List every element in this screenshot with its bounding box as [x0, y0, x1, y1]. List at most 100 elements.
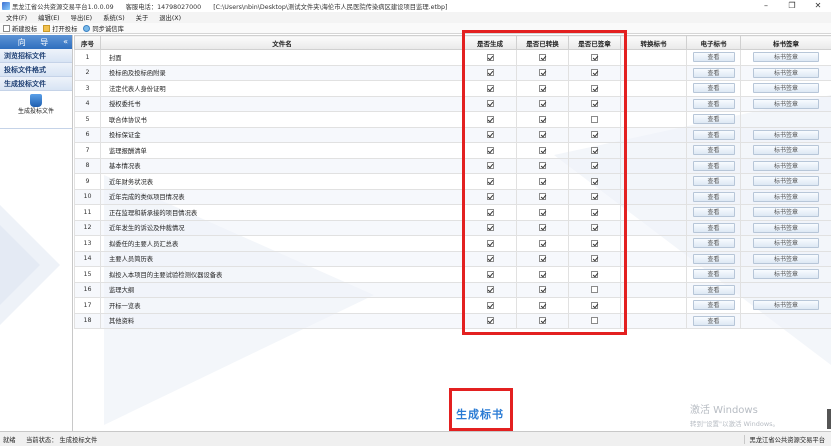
view-button[interactable]: 查看 — [692, 300, 735, 311]
menu-bar: 文件(F) 编辑(E) 导出(E) 系统(S) 关于 退出(X) — [0, 12, 831, 23]
bid-sign-button[interactable]: 标书签章 — [753, 207, 819, 218]
bid-sign-button[interactable]: 标书签章 — [753, 98, 819, 109]
sidebar-item-browse-tender[interactable]: 浏览招标文件 — [0, 49, 72, 63]
e-bid-cell: 查看 — [686, 235, 741, 252]
bid-sign-cell: 标书签章 — [740, 80, 831, 97]
table-row[interactable]: 12 近年发生的诉讼及仲裁情况 查看 标书签章 — [74, 219, 831, 236]
view-button[interactable]: 查看 — [692, 238, 735, 249]
bid-sign-cell: 标书签章 — [740, 204, 831, 221]
view-button[interactable]: 查看 — [692, 83, 735, 94]
e-bid-cell: 查看 — [686, 250, 741, 267]
convert-bid-cell — [620, 157, 687, 174]
table-header: 序号 文件名 是否生成 是否已转换 是否已签章 转换标书 电子标书 标书签章 — [74, 35, 831, 50]
table-row[interactable]: 16 监理大纲 查看 — [74, 281, 831, 298]
table-row[interactable]: 1 封面 查看 标书签章 — [74, 49, 831, 66]
row-filename: 投标函及投标函附录 — [100, 64, 464, 81]
app-window: 黑龙江省公共资源交易平台1.0.0.09 客服电话：14798027000 [C… — [0, 0, 831, 446]
view-button[interactable]: 查看 — [692, 114, 735, 125]
table-row[interactable]: 10 近年完成的类似项目情况表 查看 标书签章 — [74, 188, 831, 205]
bid-sign-button[interactable]: 标书签章 — [753, 160, 819, 171]
sync-credit-button[interactable]: 同步诚信库 — [80, 24, 126, 33]
table-row[interactable]: 15 拟投入本项目的主要试验检测仪器设备表 查看 标书签章 — [74, 266, 831, 283]
collapse-icon[interactable]: « — [63, 37, 68, 46]
view-button[interactable]: 查看 — [692, 145, 735, 156]
menu-edit[interactable]: 编辑(E) — [32, 13, 65, 22]
table-row[interactable]: 11 正在监理和新承接的项目情况表 查看 标书签章 — [74, 204, 831, 221]
table-row[interactable]: 5 联合体协议书 查看 — [74, 111, 831, 128]
view-button[interactable]: 查看 — [692, 284, 735, 295]
view-button[interactable]: 查看 — [692, 67, 735, 78]
bid-sign-button[interactable]: 标书签章 — [753, 300, 819, 311]
sidebar-subitem-generate[interactable]: 生成投标文件 — [11, 93, 61, 128]
open-bid-button[interactable]: 打开投标 — [40, 24, 80, 33]
close-icon[interactable]: ✕ — [805, 0, 831, 12]
convert-bid-cell — [620, 312, 687, 329]
bid-sign-button[interactable]: 标书签章 — [753, 191, 819, 202]
main-content: 序号 文件名 是否生成 是否已转换 是否已签章 转换标书 电子标书 标书签章 1… — [74, 35, 831, 431]
bid-sign-cell: 标书签章 — [740, 126, 831, 143]
bid-sign-button[interactable]: 标书签章 — [753, 52, 819, 63]
table-row[interactable]: 7 监理报酬清单 查看 标书签章 — [74, 142, 831, 159]
convert-bid-cell — [620, 266, 687, 283]
e-bid-cell: 查看 — [686, 80, 741, 97]
table-row[interactable]: 9 近年财务状况表 查看 标书签章 — [74, 173, 831, 190]
table-row[interactable]: 18 其他资料 查看 — [74, 312, 831, 329]
bid-sign-button[interactable]: 标书签章 — [753, 238, 819, 249]
row-filename: 开标一览表 — [100, 297, 464, 314]
menu-export[interactable]: 导出(E) — [65, 13, 98, 22]
table-row[interactable]: 4 授权委托书 查看 标书签章 — [74, 95, 831, 112]
menu-file[interactable]: 文件(F) — [0, 13, 32, 22]
convert-bid-cell — [620, 204, 687, 221]
table-row[interactable]: 14 主要人员简历表 查看 标书签章 — [74, 250, 831, 267]
menu-system[interactable]: 系统(S) — [97, 13, 130, 22]
view-button[interactable]: 查看 — [692, 207, 735, 218]
bid-sign-button[interactable]: 标书签章 — [753, 253, 819, 264]
view-button[interactable]: 查看 — [692, 98, 735, 109]
table-row[interactable]: 17 开标一览表 查看 标书签章 — [74, 297, 831, 314]
table-row[interactable]: 8 基本情况表 查看 标书签章 — [74, 157, 831, 174]
bid-sign-button[interactable]: 标书签章 — [753, 145, 819, 156]
view-button[interactable]: 查看 — [692, 129, 735, 140]
status-bar: 就绪 当前状态： 生成投标文件 黑龙江省公共资源交易平台 — [0, 431, 831, 446]
maximize-icon[interactable]: ❐ — [779, 0, 805, 12]
row-number: 15 — [74, 266, 101, 283]
row-number: 11 — [74, 204, 101, 221]
bid-sign-button[interactable]: 标书签章 — [753, 222, 819, 233]
convert-bid-cell — [620, 281, 687, 298]
new-bid-button[interactable]: 新建投标 — [0, 24, 40, 33]
view-button[interactable]: 查看 — [692, 160, 735, 171]
bid-sign-button[interactable]: 标书签章 — [753, 129, 819, 140]
menu-exit[interactable]: 退出(X) — [153, 13, 186, 22]
view-button[interactable]: 查看 — [692, 315, 735, 326]
row-filename: 近年发生的诉讼及仲裁情况 — [100, 219, 464, 236]
bid-sign-button[interactable]: 标书签章 — [753, 67, 819, 78]
generate-bid-button[interactable]: 生成标书 — [452, 404, 508, 426]
view-button[interactable]: 查看 — [692, 52, 735, 63]
sidebar-item-bid-format[interactable]: 投标文件格式 — [0, 63, 72, 77]
minimize-icon[interactable]: – — [753, 0, 779, 12]
bid-sign-cell: 标书签章 — [740, 64, 831, 81]
row-filename: 近年财务状况表 — [100, 173, 464, 190]
table-row[interactable]: 13 拟委任的主要人员汇总表 查看 标书签章 — [74, 235, 831, 252]
convert-bid-cell — [620, 95, 687, 112]
scrollbar-thumb[interactable] — [827, 409, 831, 429]
view-button[interactable]: 查看 — [692, 253, 735, 264]
view-button[interactable]: 查看 — [692, 191, 735, 202]
view-button[interactable]: 查看 — [692, 269, 735, 280]
status-ready: 就绪 — [3, 436, 16, 444]
sidebar-item-generate-bid[interactable]: 生成投标文件 — [0, 77, 72, 91]
bid-sign-button[interactable]: 标书签章 — [753, 176, 819, 187]
bid-sign-button[interactable]: 标书签章 — [753, 269, 819, 280]
service-phone: 客服电话：14798027000 — [125, 3, 202, 11]
bid-sign-button[interactable]: 标书签章 — [753, 83, 819, 94]
table-row[interactable]: 3 法定代表人身份证明 查看 标书签章 — [74, 80, 831, 97]
window-title: 黑龙江省公共资源交易平台1.0.0.09 客服电话：14798027000 [C… — [12, 2, 457, 11]
view-button[interactable]: 查看 — [692, 222, 735, 233]
view-button[interactable]: 查看 — [692, 176, 735, 187]
menu-about[interactable]: 关于 — [130, 13, 154, 22]
convert-bid-cell — [620, 235, 687, 252]
e-bid-cell: 查看 — [686, 266, 741, 283]
sidebar-title: 向 导 — [17, 37, 55, 47]
table-row[interactable]: 6 投标保证金 查看 标书签章 — [74, 126, 831, 143]
table-row[interactable]: 2 投标函及投标函附录 查看 标书签章 — [74, 64, 831, 81]
